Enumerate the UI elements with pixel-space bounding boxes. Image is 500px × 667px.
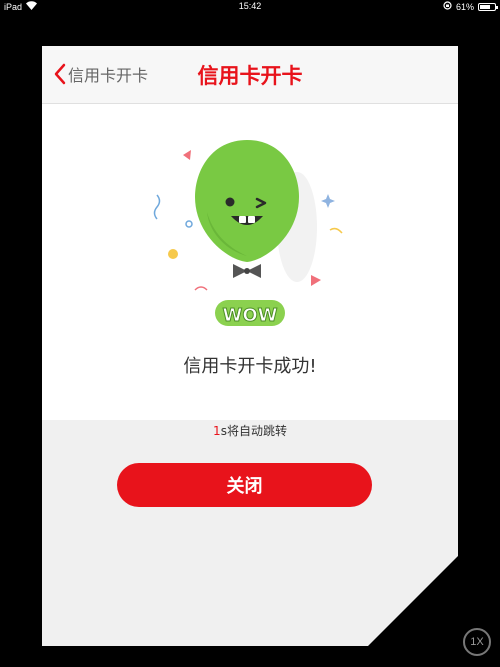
confetti-curl [329,227,343,234]
zoom-badge[interactable]: 1X [463,628,491,656]
close-button[interactable]: 关闭 [117,463,372,507]
confetti-curl-red [194,286,208,291]
battery-percent: 61% [455,1,474,12]
left-eye [225,197,235,207]
status-bar: iPad 15:42 61% [0,0,500,14]
lock-rotation-icon [443,1,452,12]
countdown-text: 1s将自动跳转 [42,422,458,439]
wow-text: WOW [222,305,277,326]
status-time: 15:42 [238,1,262,11]
confetti-squiggle [153,194,161,220]
wow-logo: WOW [215,300,285,327]
success-panel: WOW 信用卡开卡成功! 1s将自动跳转 [42,104,458,438]
confetti-ring [185,220,193,228]
battery-icon [478,2,498,11]
confetti-dot [168,249,178,259]
page-curl-shadow [368,556,458,646]
confetti-triangle-pink [311,275,321,286]
confetti-triangle [183,150,191,160]
confetti-sparkle [321,194,335,208]
countdown-suffix: s将自动跳转 [220,424,287,438]
success-message: 信用卡开卡成功! [183,356,317,377]
page-title: 信用卡开卡 [197,64,303,88]
countdown-number: 1 [213,424,221,438]
nav-header: 信用卡开卡 信用卡开卡 [42,46,458,104]
app-screen: 信用卡开卡 信用卡开卡 WOW 信用卡开卡成功! 1s将自动跳转 关闭 [42,46,458,646]
balloon-illustration [153,140,343,291]
